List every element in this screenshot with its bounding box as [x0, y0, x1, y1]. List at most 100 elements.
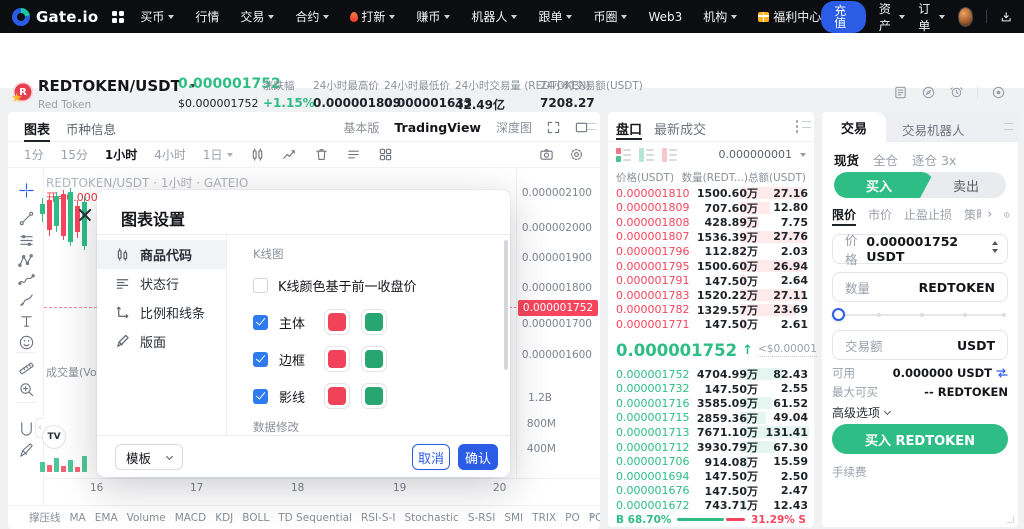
- tab-stop-limit[interactable]: 止盈止损: [904, 206, 952, 223]
- price-step-up-icon[interactable]: [992, 241, 998, 245]
- tradingview-watermark[interactable]: TV: [42, 425, 66, 449]
- alert-icon[interactable]: [949, 85, 964, 100]
- drawing-lock-tool-icon[interactable]: [18, 442, 35, 459]
- trash-icon[interactable]: [314, 147, 329, 162]
- slider-dot[interactable]: [963, 313, 967, 317]
- nav-menu-item[interactable]: Web3: [648, 10, 682, 24]
- slider-dot[interactable]: [920, 313, 924, 317]
- explore-icon[interactable]: [921, 85, 936, 100]
- ask-row[interactable]: 0.000001791 147.50万 2.64: [608, 273, 814, 288]
- confirm-button[interactable]: 确认: [458, 444, 498, 470]
- tab-chart[interactable]: 图表: [24, 119, 50, 138]
- tf-15m[interactable]: 15分: [61, 146, 88, 163]
- camera-icon[interactable]: [539, 147, 554, 162]
- indicator-more-icon[interactable]: ›: [589, 509, 594, 524]
- tab-trade[interactable]: 交易: [822, 112, 886, 142]
- panel-drag-handle[interactable]: [802, 121, 811, 128]
- tf-1d[interactable]: 1日: [203, 146, 233, 163]
- orders-menu[interactable]: 订单: [918, 0, 944, 34]
- tab-market[interactable]: 市价: [868, 206, 892, 223]
- ask-row[interactable]: 0.000001795 1500.60万 26.94: [608, 259, 814, 274]
- tab-cross[interactable]: 全仓: [873, 150, 898, 169]
- mode-basic[interactable]: 基本版: [343, 119, 379, 136]
- elliott-wave-tool-icon[interactable]: [18, 272, 35, 289]
- tf-4h[interactable]: 4小时: [154, 146, 186, 163]
- nav-menu-item[interactable]: 机构: [703, 8, 737, 25]
- zoom-tool-icon[interactable]: [18, 381, 35, 398]
- indicator-item[interactable]: S-RSI: [468, 512, 496, 524]
- bid-row[interactable]: 0.000001706 914.08万 15.59: [608, 454, 814, 469]
- wick-checkbox[interactable]: [253, 389, 268, 404]
- chart-settings-gear-icon[interactable]: [569, 147, 584, 162]
- orderbook-menu-icon[interactable]: [796, 120, 799, 133]
- ask-row[interactable]: 0.000001783 1520.22万 27.11: [608, 288, 814, 303]
- template-select[interactable]: 模板: [115, 444, 183, 470]
- view-bids-icon[interactable]: [639, 148, 654, 162]
- tab-strategy[interactable]: 策略订单: [964, 206, 981, 223]
- bid-row[interactable]: 0.000001732 147.50万 2.55: [608, 382, 814, 397]
- border-up-color-swatch[interactable]: [361, 346, 387, 372]
- indicator-item[interactable]: SMI: [504, 512, 523, 524]
- tf-1h[interactable]: 1小时: [105, 146, 137, 163]
- body-checkbox[interactable]: [253, 315, 268, 330]
- indicators-icon[interactable]: [282, 147, 297, 162]
- price-field[interactable]: 价格 0.000001752 USDT: [832, 234, 1008, 264]
- bid-row[interactable]: 0.000001676 147.50万 2.47: [608, 483, 814, 498]
- tab-spot[interactable]: 现货: [834, 150, 859, 169]
- list-settings-icon[interactable]: [346, 147, 361, 162]
- sidebar-item-status-line[interactable]: 状态行: [97, 269, 226, 298]
- mode-depth[interactable]: 深度图: [496, 119, 532, 136]
- ask-row[interactable]: 0.000001782 1329.57万 23.69: [608, 302, 814, 317]
- indicator-item[interactable]: TRIX: [532, 512, 556, 524]
- ruler-tool-icon[interactable]: [18, 360, 35, 377]
- wick-up-color-swatch[interactable]: [361, 383, 387, 409]
- nav-menu-item[interactable]: 交易: [240, 8, 274, 25]
- ask-row[interactable]: 0.000001809 707.60万 12.80: [608, 201, 814, 216]
- buy-submit-button[interactable]: 买入 REDTOKEN: [832, 424, 1008, 454]
- favorite-star-icon[interactable]: ★: [11, 91, 23, 106]
- nav-menu-item[interactable]: 币圈: [593, 8, 627, 25]
- bid-row[interactable]: 0.000001672 743.71万 12.43: [608, 498, 814, 513]
- slider-handle[interactable]: [832, 308, 845, 321]
- nav-menu-item[interactable]: 赚币: [416, 8, 450, 25]
- trend-line-tool-icon[interactable]: [18, 210, 35, 227]
- indicator-item[interactable]: Volume: [127, 512, 166, 524]
- total-field[interactable]: 交易额 USDT: [832, 330, 1008, 360]
- indicator-item[interactable]: BOLL: [242, 512, 269, 524]
- bid-row[interactable]: 0.000001713 7671.10万 131.41: [608, 425, 814, 440]
- nav-menu-item[interactable]: 跟单: [538, 8, 572, 25]
- resize-corner-handle[interactable]: [1007, 516, 1014, 523]
- brush-tool-icon[interactable]: [18, 292, 35, 309]
- pair-title[interactable]: REDTOKEN/USDT: [38, 77, 181, 95]
- price-step-down-icon[interactable]: [992, 249, 998, 253]
- magnet-tool-icon[interactable]: [18, 420, 35, 437]
- live-icon[interactable]: [991, 85, 1006, 100]
- ask-row[interactable]: 0.000001796 112.82万 2.03: [608, 244, 814, 259]
- modal-scrollbar[interactable]: [504, 240, 508, 370]
- nav-menu-item[interactable]: 行情: [195, 8, 219, 25]
- sidebar-item-symbol[interactable]: 商品代码: [97, 240, 226, 269]
- assets-menu[interactable]: 资产: [879, 0, 905, 34]
- user-avatar[interactable]: [958, 7, 974, 27]
- panel-drag-handle[interactable]: [587, 123, 596, 130]
- indicator-item[interactable]: EMA: [95, 512, 118, 524]
- last-price-row[interactable]: 0.000001752 ↑ <$0.00001 ›: [616, 336, 806, 364]
- view-both-icon[interactable]: [616, 148, 631, 162]
- bid-row[interactable]: 0.000001752 4704.99万 82.43: [608, 367, 814, 382]
- download-icon[interactable]: [1000, 9, 1012, 25]
- indicator-item[interactable]: MACD: [175, 512, 206, 524]
- indicator-item[interactable]: TD Sequential: [278, 512, 352, 524]
- cancel-button[interactable]: 取消: [412, 444, 450, 470]
- indicator-item[interactable]: 撑压线: [29, 510, 61, 525]
- tab-isolated[interactable]: 逐仓 3x: [912, 150, 956, 169]
- text-tool-icon[interactable]: [18, 313, 35, 330]
- tab-orderbook[interactable]: 盘口: [616, 119, 642, 138]
- ask-row[interactable]: 0.000001771 147.50万 2.61: [608, 317, 814, 332]
- amount-field[interactable]: 数量 REDTOKEN: [832, 272, 1008, 302]
- bid-row[interactable]: 0.000001716 3585.09万 61.52: [608, 396, 814, 411]
- indicator-item[interactable]: RSI-S-I: [361, 512, 395, 524]
- nav-menu-item[interactable]: 合约: [295, 8, 329, 25]
- buy-tab[interactable]: 买入: [834, 172, 934, 198]
- nav-menu-item[interactable]: 福利中心: [758, 8, 821, 25]
- sidebar-item-canvas[interactable]: 版面: [97, 327, 226, 356]
